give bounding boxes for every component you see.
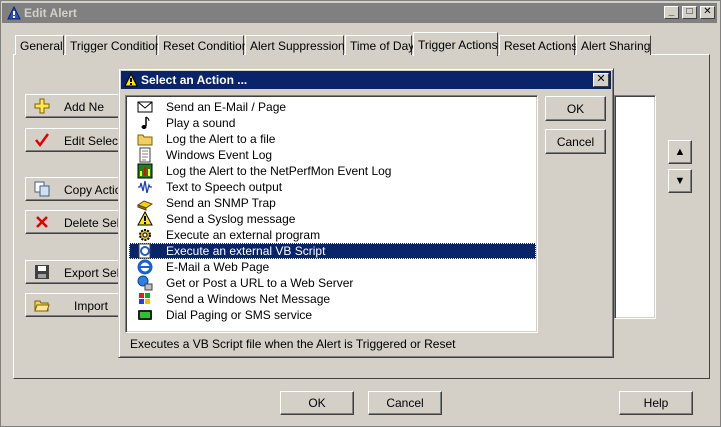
copy-action-button[interactable]: Copy Action — [25, 177, 128, 201]
tab-alert-sharing[interactable]: Alert Sharing — [576, 35, 651, 55]
list-item[interactable]: Windows Event Log — [129, 147, 536, 163]
close-button[interactable]: ✕ — [700, 6, 715, 19]
script-icon — [138, 243, 151, 259]
open-folder-icon — [34, 300, 50, 312]
envelope-icon — [137, 101, 153, 113]
music-note-icon — [141, 116, 150, 129]
pager-icon — [138, 310, 152, 320]
arrow-up-icon: ▲ — [674, 146, 686, 158]
cancel-button[interactable]: Cancel — [368, 391, 442, 415]
export-selected-label: Export Sele — [64, 266, 127, 280]
list-item[interactable]: Play a sound — [129, 115, 536, 131]
tab-time-of-day[interactable]: Time of Day — [345, 35, 414, 55]
list-item[interactable]: Send a Syslog message — [129, 211, 536, 227]
list-item[interactable]: Send a Windows Net Message — [129, 291, 536, 307]
edit-selected-button[interactable]: Edit Selec — [25, 128, 125, 152]
maximize-button[interactable]: □ — [682, 6, 697, 19]
tab-alert-suppression[interactable]: Alert Suppression — [245, 35, 345, 55]
dialog-ok-button[interactable]: OK — [545, 96, 606, 121]
folder-icon — [137, 134, 153, 146]
netperfmon-log-icon — [137, 163, 153, 179]
export-selected-button[interactable]: Export Sele — [25, 260, 127, 284]
tab-reset-condition[interactable]: Reset Condition — [158, 35, 248, 55]
dialog-close-button[interactable]: ✕ — [593, 73, 609, 87]
copy-icon — [34, 181, 50, 197]
plus-icon — [34, 98, 50, 114]
edit-selected-label: Edit Selec — [64, 134, 119, 148]
dialog-title: Select an Action ... — [141, 73, 248, 87]
snmp-trap-icon — [137, 200, 153, 211]
dialog-titlebar[interactable]: Select an Action ... ✕ — [121, 71, 611, 89]
soundwave-icon — [138, 180, 152, 194]
minimize-button[interactable]: _ — [664, 6, 679, 19]
add-new-label: Add Ne — [64, 100, 105, 114]
trigger-actions-list[interactable] — [614, 95, 656, 319]
checkmark-icon — [35, 133, 50, 148]
warning-icon — [124, 73, 138, 87]
import-label: Import — [74, 299, 109, 313]
list-item-selected[interactable]: Execute an external VB Script — [129, 243, 536, 259]
warning-triangle-icon — [137, 211, 153, 226]
arrow-down-icon: ▼ — [674, 175, 686, 187]
import-button[interactable]: Import — [25, 293, 125, 317]
ie-icon — [137, 259, 153, 275]
list-item[interactable]: E-Mail a Web Page — [129, 259, 536, 275]
list-item[interactable]: Send an E-Mail / Page — [129, 99, 536, 115]
windows-flag-icon — [139, 293, 150, 304]
main-window-title: Edit Alert — [24, 6, 77, 20]
list-item[interactable]: Get or Post a URL to a Web Server — [129, 275, 536, 291]
move-down-button[interactable]: ▼ — [668, 169, 692, 193]
list-item[interactable]: Send an SNMP Trap — [129, 195, 536, 211]
save-icon — [35, 265, 49, 279]
list-item[interactable]: Dial Paging or SMS service — [129, 307, 536, 323]
alert-app-icon — [7, 6, 21, 20]
add-new-action-button[interactable]: Add Ne — [25, 94, 125, 118]
gear-icon — [139, 229, 151, 241]
web-server-icon — [137, 275, 153, 291]
tab-trigger-condition[interactable]: Trigger Condition — [65, 35, 162, 55]
delete-selected-button[interactable]: Delete Selec — [25, 210, 132, 234]
help-button[interactable]: Help — [619, 391, 693, 415]
move-up-button[interactable]: ▲ — [668, 140, 692, 164]
dialog-cancel-button[interactable]: Cancel — [545, 129, 606, 154]
ok-button[interactable]: OK — [280, 391, 354, 415]
tab-general[interactable]: General — [15, 35, 64, 55]
tab-trigger-actions[interactable]: Trigger Actions — [413, 32, 498, 56]
tab-reset-actions[interactable]: Reset Actions — [499, 35, 577, 55]
list-item[interactable]: Log the Alert to a file — [129, 131, 536, 147]
action-list[interactable]: Send an E-Mail / Page Play a sound Log t… — [125, 95, 538, 333]
delete-icon — [36, 216, 48, 228]
event-log-icon — [139, 147, 151, 163]
list-item[interactable]: Execute an external program — [129, 227, 536, 243]
main-titlebar[interactable]: Edit Alert _ □ ✕ — [2, 3, 717, 23]
list-item[interactable]: Text to Speech output — [129, 179, 536, 195]
action-description: Executes a VB Script file when the Alert… — [130, 337, 456, 351]
list-item[interactable]: Log the Alert to the NetPerfMon Event Lo… — [129, 163, 536, 179]
